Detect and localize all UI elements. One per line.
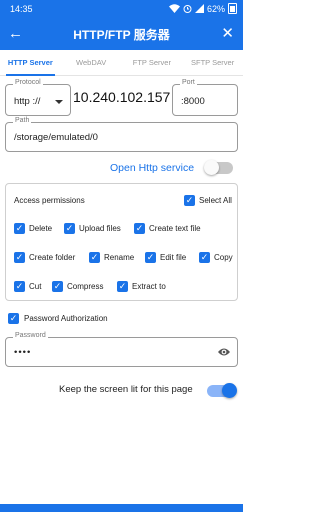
status-time: 14:35 <box>10 4 33 14</box>
perm-copy-checkbox[interactable]: ✓ Copy <box>199 252 233 263</box>
perm-copy-label: Copy <box>214 253 233 262</box>
perm-create-text-file-label: Create text file <box>149 224 201 233</box>
checkbox-checked-icon: ✓ <box>14 252 25 263</box>
bottom-bar <box>0 504 243 512</box>
keep-screen-lit-label: Keep the screen lit for this page <box>59 384 193 395</box>
tab-webdav[interactable]: WebDAV <box>61 50 122 75</box>
dropdown-arrow-icon <box>55 100 63 104</box>
perm-upload-files-label: Upload files <box>79 224 121 233</box>
password-value: •••• <box>14 347 32 358</box>
perm-upload-files-checkbox[interactable]: ✓ Upload files <box>64 223 121 234</box>
wifi-icon <box>168 4 180 13</box>
protocol-label: Protocol <box>13 79 43 86</box>
protocol-value: http :// <box>14 96 41 107</box>
path-label: Path <box>13 117 32 124</box>
perm-create-folder-checkbox[interactable]: ✓ Create folder <box>14 252 75 263</box>
open-http-toggle[interactable] <box>204 160 233 175</box>
path-value: /storage/emulated/0 <box>14 132 98 143</box>
password-authorization-label: Password Authorization <box>24 314 108 323</box>
keep-screen-lit-toggle[interactable] <box>207 383 237 398</box>
select-all-checkbox[interactable]: ✓ Select All <box>184 195 232 206</box>
toggle-knob <box>204 160 219 175</box>
perm-extract-to-checkbox[interactable]: ✓ Extract to <box>117 281 166 292</box>
perm-edit-file-label: Edit file <box>160 253 187 262</box>
perm-rename-label: Rename <box>104 253 135 262</box>
perm-edit-file-checkbox[interactable]: ✓ Edit file <box>145 252 186 263</box>
perm-create-text-file-checkbox[interactable]: ✓ Create text file <box>134 223 201 234</box>
checkbox-checked-icon: ✓ <box>199 252 210 263</box>
password-field[interactable]: Password •••• <box>5 332 238 367</box>
tab-sftp-server[interactable]: SFTP Server <box>182 50 243 75</box>
checkbox-checked-icon: ✓ <box>14 223 25 234</box>
perm-compress-checkbox[interactable]: ✓ Compress <box>52 281 103 292</box>
open-http-label: Open Http service <box>110 162 195 174</box>
alarm-icon <box>183 5 192 13</box>
perm-cut-label: Cut <box>29 282 42 291</box>
port-label: Port <box>180 79 197 86</box>
toggle-knob <box>222 383 237 398</box>
tab-ftp-server[interactable]: FTP Server <box>122 50 183 75</box>
checkbox-checked-icon: ✓ <box>14 281 25 292</box>
app-bar: ← HTTP/FTP 服务器 ✕ <box>0 18 243 50</box>
tab-http-server[interactable]: HTTP Server <box>0 50 61 76</box>
signal-icon <box>194 4 204 13</box>
protocol-select[interactable]: Protocol http :// <box>5 79 71 116</box>
perm-delete-label: Delete <box>29 224 53 233</box>
checkbox-checked-icon: ✓ <box>117 281 128 292</box>
close-icon[interactable]: ✕ <box>221 24 234 44</box>
checkbox-checked-icon: ✓ <box>145 252 156 263</box>
tab-bar: HTTP Server WebDAV FTP Server SFTP Serve… <box>0 50 243 76</box>
password-label: Password <box>13 332 48 339</box>
ip-address: 10.240.102.157 <box>73 89 171 105</box>
password-authorization-checkbox[interactable]: ✓ Password Authorization <box>8 313 108 324</box>
battery-icon <box>228 3 237 14</box>
status-bar: 14:35 62% <box>0 0 243 18</box>
perm-extract-to-label: Extract to <box>132 282 166 291</box>
access-permissions-title: Access permissions <box>14 196 85 205</box>
checkbox-checked-icon: ✓ <box>134 223 145 234</box>
checkbox-checked-icon: ✓ <box>64 223 75 234</box>
checkbox-checked-icon: ✓ <box>8 313 19 324</box>
perm-delete-checkbox[interactable]: ✓ Delete <box>14 223 52 234</box>
checkbox-checked-icon: ✓ <box>89 252 100 263</box>
access-permissions-panel: Access permissions ✓ Select All ✓ Delete… <box>5 183 238 301</box>
path-field[interactable]: Path /storage/emulated/0 <box>5 117 238 152</box>
eye-icon[interactable] <box>217 346 231 358</box>
status-icons: 62% <box>168 3 237 14</box>
perm-cut-checkbox[interactable]: ✓ Cut <box>14 281 41 292</box>
page-title: HTTP/FTP 服务器 <box>73 28 170 42</box>
port-value: :8000 <box>181 96 205 107</box>
perm-rename-checkbox[interactable]: ✓ Rename <box>89 252 134 263</box>
checkbox-checked-icon: ✓ <box>184 195 195 206</box>
checkbox-checked-icon: ✓ <box>52 281 63 292</box>
select-all-label: Select All <box>199 196 232 205</box>
port-field[interactable]: Port :8000 <box>172 79 238 116</box>
battery-percent: 62% <box>206 3 225 14</box>
perm-compress-label: Compress <box>67 282 104 291</box>
perm-create-folder-label: Create folder <box>29 253 76 262</box>
